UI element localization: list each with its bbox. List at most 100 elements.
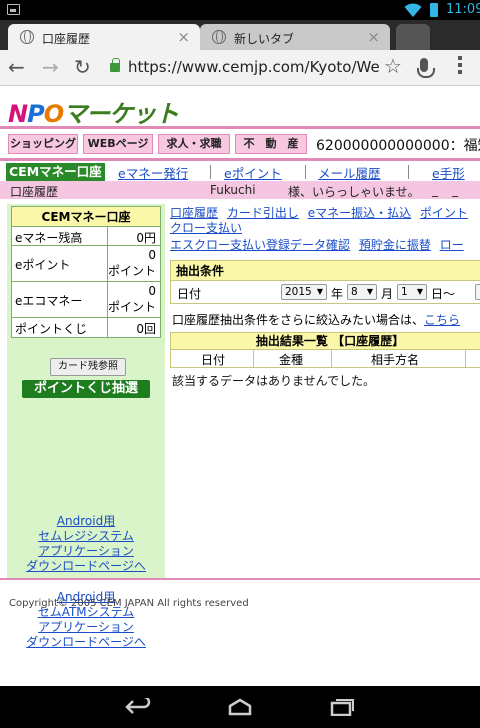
link-line[interactable]: ダウンロードページへ — [7, 559, 165, 574]
tab-separator — [305, 165, 306, 179]
divider — [0, 126, 480, 129]
tab-new-tab[interactable]: 新しいタブ × — [200, 24, 390, 50]
link-line[interactable]: Android用 — [7, 514, 165, 529]
close-icon[interactable]: × — [367, 28, 380, 46]
no-data-message: 該当するデータはありませんでした。 — [172, 374, 376, 388]
eco-money-value: 0 ポイント — [107, 284, 156, 314]
col-currency-type: 金種 — [279, 353, 304, 367]
point-lottery-row: ポイントくじ 0回 — [12, 318, 160, 337]
copyright: Copyright© 2005 CEM JAPAN All rights res… — [9, 598, 249, 609]
day-value: 1 — [401, 286, 408, 298]
wifi-icon — [404, 3, 422, 17]
results-title: 抽出結果一覧 【口座履歴】 — [170, 332, 480, 350]
current-page-label: 口座履歴 — [10, 185, 59, 199]
tab-label: 口座履歴 — [42, 32, 91, 46]
tab-epoint[interactable]: eポイント — [224, 163, 282, 181]
link-account-history[interactable]: 口座履歴 — [170, 206, 218, 220]
year-select[interactable]: 2015 ▼ — [281, 284, 327, 300]
divider — [0, 578, 480, 580]
filter-title: 抽出条件 — [171, 261, 480, 281]
user-name: Fukuchi — [210, 183, 256, 197]
browser-tab-strip: 口座履歴 × 新しいタブ × — [0, 20, 480, 50]
link-loan[interactable]: ロー — [440, 238, 464, 252]
filter-panel: 抽出条件 日付 2015 ▼ 年 8 ▼ 月 1 ▼ 日～ — [170, 260, 480, 304]
link-emoney-transfer[interactable]: eマネー振込・払込 — [308, 206, 411, 220]
reload-icon[interactable]: ↻ — [74, 55, 91, 79]
link-line[interactable]: アプリケーション — [7, 544, 165, 559]
day-select[interactable]: 1 ▼ — [397, 284, 427, 300]
category-jobs[interactable]: 求人・求職 — [158, 134, 230, 154]
dropdown-arrow-icon: ▼ — [416, 287, 423, 296]
link-savings-transfer[interactable]: 預貯金に振替 — [359, 238, 431, 252]
dropdown-arrow-icon: ▼ — [366, 287, 373, 296]
dash-mark: _ — [452, 183, 458, 197]
tab-emoney-issue[interactable]: eマネー発行 — [118, 163, 188, 181]
star-icon[interactable]: ☆ — [384, 54, 402, 78]
card-balance-button[interactable]: カード残参照 — [50, 358, 126, 376]
year-unit: 年 — [331, 287, 344, 301]
narrow-text: 口座履歴抽出条件をさらに絞込みたい場合は、 — [172, 313, 425, 327]
menu-icon[interactable] — [458, 56, 462, 78]
tab-account-history[interactable]: 口座履歴 × — [8, 24, 200, 50]
npo-market-logo[interactable]: NPOマーケット — [8, 94, 179, 129]
month-select[interactable]: 8 ▼ — [347, 284, 377, 300]
image-notification-icon — [7, 4, 20, 15]
date-label: 日付 — [177, 287, 202, 301]
category-real-estate[interactable]: 不 動 産 — [235, 134, 307, 154]
greeting-bar: 口座履歴 Fukuchi 様、いらっしゃいませ。 _ _ — [0, 181, 480, 199]
home-icon[interactable] — [226, 698, 254, 716]
back-icon[interactable] — [124, 698, 152, 716]
battery-icon — [430, 3, 438, 17]
month-unit: 月 — [381, 287, 394, 301]
month-value: 8 — [351, 286, 358, 298]
service-tabs: CEMマネー口座 eマネー発行 eポイント メール履歴 e手形 — [0, 163, 480, 181]
category-shopping[interactable]: ショッピング — [8, 134, 78, 154]
day-unit: 日～ — [431, 287, 456, 301]
clock: 11:09 — [446, 2, 480, 17]
mic-icon[interactable] — [417, 58, 435, 78]
end-year-select[interactable] — [475, 284, 480, 300]
web-page: NPOマーケット ショッピング WEBページ 求人・求職 不 動 産 62000… — [0, 86, 480, 686]
link-line[interactable]: アプリケーション — [7, 620, 165, 635]
tab-e-tegata[interactable]: e手形 — [432, 163, 465, 181]
main-links-row-2: クロー支払い — [170, 219, 247, 236]
year-value: 2015 — [285, 286, 312, 298]
eco-money-label: eエコマネー — [15, 294, 83, 308]
col-counterparty: 相手方名 — [371, 353, 420, 367]
tab-mail-history[interactable]: メール履歴 — [318, 163, 381, 181]
globe-icon — [20, 30, 34, 44]
tab-separator — [408, 165, 409, 179]
address-bar[interactable]: https://www.cemjp.com/Kyoto/Web/El — [106, 54, 380, 82]
close-icon[interactable]: × — [177, 28, 190, 46]
welcome-text: 様、いらっしゃいませ。 — [288, 185, 420, 199]
forward-icon[interactable]: → — [42, 55, 59, 79]
divider — [0, 158, 480, 161]
link-line[interactable]: セムレジシステム — [7, 529, 165, 544]
link-card-withdraw[interactable]: カード引出し — [227, 206, 299, 220]
balance-value: 0円 — [136, 231, 156, 245]
narrow-search-text: 口座履歴抽出条件をさらに絞込みたい場合は、こちら — [172, 311, 460, 328]
point-lottery-button[interactable]: ポイントくじ抽選 — [22, 380, 150, 398]
date-filter-row: 日付 2015 ▼ 年 8 ▼ 月 1 ▼ 日～ — [171, 281, 480, 303]
link-line[interactable]: ダウンロードページへ — [7, 635, 165, 650]
back-icon[interactable]: ← — [8, 55, 25, 79]
link-point[interactable]: ポイント — [420, 206, 468, 220]
link-escrow-payment[interactable]: クロー支払い — [170, 221, 242, 235]
eco-money-row: eエコマネー 0 ポイント — [12, 282, 160, 318]
tab-cem-money-account[interactable]: CEMマネー口座 — [6, 163, 105, 181]
epoint-row: eポイント 0 ポイント — [12, 246, 160, 282]
narrow-link[interactable]: こちら — [424, 313, 460, 327]
recent-apps-icon[interactable] — [328, 698, 356, 716]
col-date: 日付 — [201, 353, 226, 367]
account-number: 620000000000000：福知 — [316, 138, 480, 154]
tab-label: 新しいタブ — [234, 32, 295, 46]
new-tab-button[interactable] — [396, 24, 430, 50]
main-content: 口座履歴 カード引出し eマネー振込・払込 ポイント クロー支払い エスクロー支… — [168, 204, 480, 580]
point-lottery-value: 0回 — [136, 322, 156, 336]
category-web-page[interactable]: WEBページ — [83, 134, 153, 154]
link-escrow-confirm[interactable]: エスクロー支払い登録データ確認 — [170, 238, 350, 252]
results-table: 抽出結果一覧 【口座履歴】 日付 金種 相手方名 — [170, 332, 480, 368]
cemregi-download-link[interactable]: Android用 セムレジシステム アプリケーション ダウンロードページへ — [7, 514, 165, 574]
money-account-title: CEMマネー口座 — [12, 207, 160, 227]
url-text[interactable]: https://www.cemjp.com/Kyoto/Web/El — [128, 58, 380, 76]
